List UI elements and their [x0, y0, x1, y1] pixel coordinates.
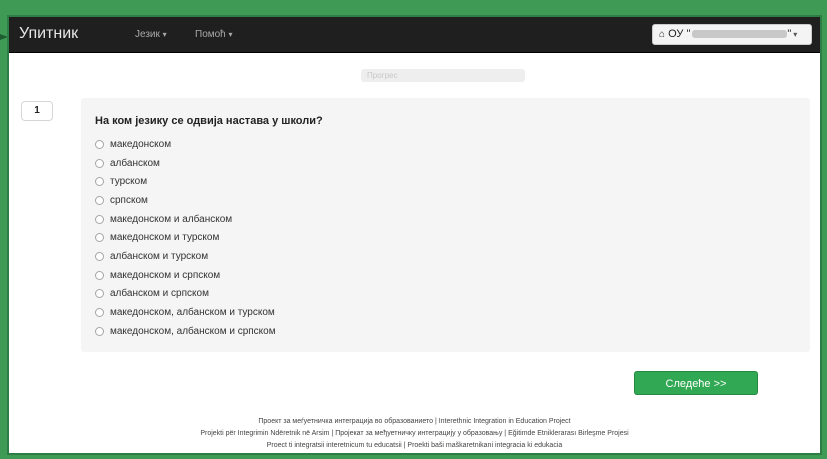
footer-line: Proect ti integratsii interetnicum tu ed…	[266, 442, 563, 449]
question-text: На ком језику се одвија настава у школи?	[95, 115, 323, 127]
app-brand[interactable]: Упитник	[19, 25, 78, 43]
radio-button[interactable]	[95, 326, 104, 336]
option-label: српском	[110, 194, 148, 206]
answer-options: македонском албанском турском српском ма…	[95, 135, 276, 341]
browser-frame: Упитник Језик ▾ Помоћ ▾ ⌂ ОУ " " ▾ Прогрес…	[7, 15, 822, 455]
school-name-redacted	[692, 30, 788, 39]
home-icon: ⌂	[659, 29, 666, 40]
radio-button[interactable]	[95, 270, 104, 280]
next-button[interactable]: Следеће >>	[634, 371, 758, 395]
radio-button[interactable]	[95, 251, 104, 261]
option-label: албанском и српском	[110, 288, 209, 300]
answer-option[interactable]: македонском и српском	[95, 266, 276, 285]
progress-label: Прогрес	[367, 71, 398, 80]
answer-option[interactable]: турском	[95, 172, 276, 191]
footer: Проект за меѓуетничка интеграција во обр…	[9, 416, 820, 452]
option-label: албанском и турском	[110, 250, 209, 262]
option-label: македонском, албанском и српском	[110, 325, 276, 337]
answer-option[interactable]: албанском и српском	[95, 285, 276, 304]
option-label: македонском и албанском	[110, 213, 233, 225]
school-account-button[interactable]: ⌂ ОУ " " ▾	[652, 24, 812, 45]
radio-button[interactable]	[95, 214, 104, 224]
radio-button[interactable]	[95, 308, 104, 318]
progress-bar: Прогрес	[361, 69, 525, 82]
top-navbar: Упитник Језик ▾ Помоћ ▾ ⌂ ОУ " " ▾	[9, 17, 820, 53]
answer-option[interactable]: српском	[95, 191, 276, 210]
answer-option[interactable]: македонском и турском	[95, 228, 276, 247]
answer-option[interactable]: македонском, албанском и српском	[95, 322, 276, 341]
option-label: турском	[110, 176, 148, 188]
answer-option[interactable]: албанском	[95, 154, 276, 173]
answer-option[interactable]: македонском	[95, 135, 276, 154]
help-menu[interactable]: Помоћ ▾	[195, 29, 233, 40]
radio-button[interactable]	[95, 177, 104, 187]
language-menu-label: Језик	[135, 29, 160, 40]
option-label: албанском	[110, 157, 160, 169]
footer-line: Projekti për Integrimin Ndëretnik në Ars…	[200, 430, 629, 437]
question-panel: На ком језику се одвија настава у школи?…	[81, 98, 810, 352]
option-label: македонском	[110, 138, 172, 150]
answer-option[interactable]: македонском, албанском и турском	[95, 303, 276, 322]
chevron-down-icon: ▾	[162, 30, 167, 39]
radio-button[interactable]	[95, 158, 104, 168]
answer-option[interactable]: македонском и албанском	[95, 210, 276, 229]
chevron-down-icon: ▾	[228, 30, 233, 39]
footer-line: Проект за меѓуетничка интеграција во обр…	[258, 418, 571, 425]
language-menu[interactable]: Језик ▾	[135, 29, 167, 40]
question-number-badge: 1	[21, 101, 53, 121]
option-label: македонском и турском	[110, 232, 220, 244]
answer-option[interactable]: албанском и турском	[95, 247, 276, 266]
chevron-down-icon: ▾	[793, 30, 798, 39]
option-label: македонском, албанском и турском	[110, 307, 275, 319]
radio-button[interactable]	[95, 195, 104, 205]
option-label: македонском и српском	[110, 269, 221, 281]
help-menu-label: Помоћ	[195, 29, 226, 40]
radio-button[interactable]	[95, 139, 104, 149]
radio-button[interactable]	[95, 289, 104, 299]
school-name-label: ОУ "	[668, 28, 691, 40]
radio-button[interactable]	[95, 233, 104, 243]
